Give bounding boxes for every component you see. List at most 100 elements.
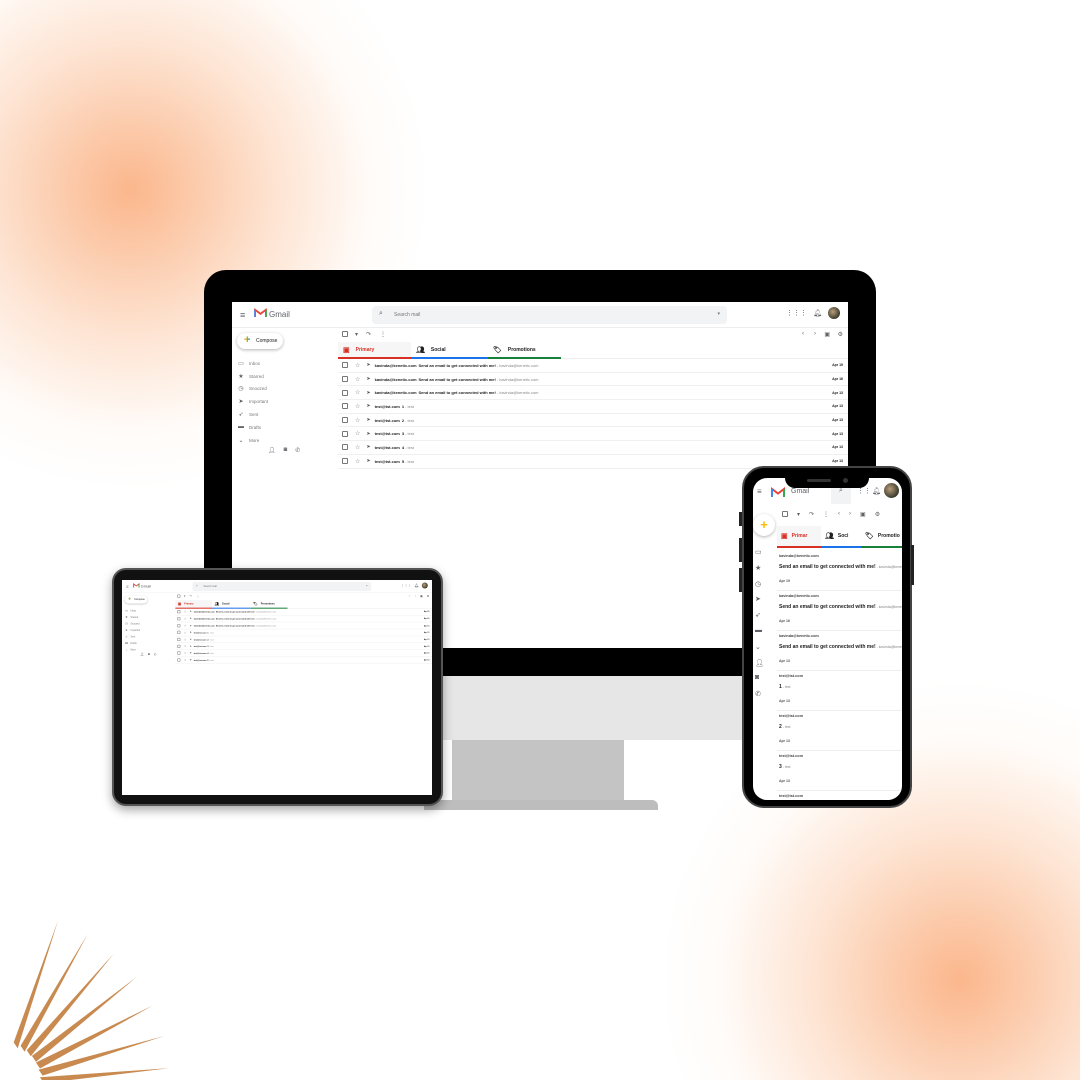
next-page-icon[interactable]: › (814, 331, 816, 337)
email-row[interactable]: ☆ ➤ test@tst.com 1 - test Apr 13 (338, 400, 848, 414)
tab-primary[interactable]: ▣ Primary (175, 600, 213, 609)
compose-button[interactable]: + Compose (124, 595, 148, 604)
star-icon[interactable]: ☆ (355, 389, 360, 396)
avatar[interactable] (828, 307, 840, 319)
important-icon[interactable]: ➤ (366, 417, 370, 423)
settings-icon[interactable]: ⚙ (875, 511, 880, 518)
star-icon[interactable]: ☆ (355, 362, 360, 369)
email-row[interactable]: ☆ ➤ test@tst.com 3 - test Apr 13 (175, 643, 432, 650)
email-row[interactable]: ☆ ➤ test@tst.com 2 - test Apr 13 (175, 636, 432, 644)
sidebar-item-drafts[interactable]: ▬ Drafts (238, 421, 268, 434)
phone-icon[interactable]: ✆ (154, 653, 157, 656)
refresh-icon[interactable]: ↷ (366, 331, 371, 338)
send-icon[interactable]: ➶ (755, 611, 764, 627)
tab-promotions[interactable]: 🏷︎ Promotio (861, 526, 902, 548)
star-icon[interactable]: ☆ (355, 403, 360, 410)
chevron-down-icon[interactable]: ⌄ (755, 643, 764, 659)
email-row[interactable]: kavinda@kenetic.com Send an email to get … (777, 631, 902, 671)
tab-primary[interactable]: ▣ Primar (777, 526, 821, 548)
menu-icon[interactable]: ≡ (126, 584, 129, 589)
email-row[interactable]: kavinda@kenetic.com Send an email to get … (777, 591, 902, 631)
search-icon[interactable]: ⌕ (196, 584, 198, 588)
apps-grid-icon[interactable]: ⋮⋮ (857, 487, 871, 495)
keyboard-icon[interactable]: ▣ (420, 595, 423, 598)
important-icon[interactable]: ➤ (366, 376, 370, 382)
star-icon[interactable]: ☆ (184, 631, 187, 634)
important-icon[interactable]: ➤ (190, 659, 192, 662)
tab-social[interactable]: 👥︎ Soci (821, 526, 861, 548)
more-icon[interactable]: ⋮ (380, 331, 386, 338)
keyboard-icon[interactable]: ▣ (824, 331, 830, 338)
email-row[interactable]: ☆ ➤ test@tst.com 4 - test Apr 13 (175, 650, 432, 657)
more-icon[interactable]: ⋮ (823, 511, 829, 518)
star-icon[interactable]: ★ (755, 564, 764, 580)
next-page-icon[interactable]: › (415, 595, 416, 598)
row-checkbox[interactable] (177, 637, 181, 641)
chat-icon[interactable]: ◙ (284, 447, 288, 454)
important-icon[interactable]: ➤ (190, 652, 192, 655)
row-checkbox[interactable] (177, 631, 181, 635)
row-checkbox[interactable] (342, 444, 348, 451)
next-icon[interactable]: › (849, 511, 851, 518)
important-icon[interactable]: ➤ (366, 431, 370, 437)
row-checkbox[interactable] (177, 617, 181, 621)
email-row[interactable]: test@tst.com 3 - test Apr 13 (777, 751, 902, 791)
contacts-icon[interactable]: 👤︎ (140, 653, 144, 656)
row-checkbox[interactable] (342, 362, 348, 369)
email-row[interactable]: ☆ ➤ test@tst.com 4 - test Apr 13 (338, 441, 848, 455)
search-input[interactable]: ⌕ Search mail ▾ (192, 582, 371, 592)
star-icon[interactable]: ☆ (184, 610, 187, 614)
tab-promotions[interactable]: 🏷︎ Promotions (250, 600, 288, 609)
tab-promotions[interactable]: 🏷︎ Promotions (488, 342, 561, 359)
sidebar-item-snoozed[interactable]: ◷ Snoozed (238, 383, 268, 396)
email-row[interactable]: test@tst.com 2 - test Apr 13 (777, 711, 902, 751)
sidebar-item-more[interactable]: ⌄ More (125, 646, 140, 652)
star-icon[interactable]: ☆ (355, 417, 360, 424)
select-all-checkbox[interactable] (342, 331, 348, 337)
bell-icon[interactable]: 🔔︎ (872, 487, 881, 495)
contacts-icon[interactable]: 👤︎ (755, 659, 764, 675)
email-row[interactable]: ☆ ➤ kavinda@kenetic.com Send an email to ge… (338, 386, 848, 401)
chat-icon[interactable]: ◙ (148, 653, 150, 657)
prev-icon[interactable]: ‹ (838, 511, 840, 518)
email-row[interactable]: ☆ ➤ kavinda@kenetic.com Send an email to ge… (338, 359, 848, 373)
sidebar-item-starred[interactable]: ★ Starred (238, 370, 268, 383)
phone-icon[interactable]: ✆ (295, 447, 300, 454)
star-icon[interactable]: ☆ (355, 430, 360, 437)
bell-icon[interactable]: 🔔︎ (813, 309, 822, 317)
keyboard-icon[interactable]: ▣ (860, 511, 866, 518)
important-icon[interactable]: ➤ (366, 362, 370, 368)
important-icon[interactable]: ➤ (366, 444, 370, 450)
star-icon[interactable]: ☆ (355, 444, 360, 451)
important-icon[interactable]: ➤ (190, 645, 192, 648)
select-all-checkbox[interactable] (177, 594, 181, 598)
star-icon[interactable]: ☆ (184, 624, 187, 627)
settings-icon[interactable]: ⚙ (838, 331, 843, 338)
tab-social[interactable]: 👥︎ Social (411, 342, 488, 359)
search-icon[interactable]: ⌕ (379, 310, 383, 318)
avatar[interactable] (421, 582, 428, 589)
star-icon[interactable]: ☆ (184, 651, 187, 655)
row-checkbox[interactable] (177, 644, 181, 648)
apps-grid-icon[interactable]: ⋮⋮⋮ (401, 584, 412, 588)
important-icon[interactable]: ➤ (755, 595, 764, 611)
prev-page-icon[interactable]: ‹ (802, 331, 804, 337)
row-checkbox[interactable] (177, 651, 181, 655)
sidebar-item-inbox[interactable]: ▭ Inbox (238, 357, 268, 370)
refresh-icon[interactable]: ↷ (189, 595, 192, 598)
select-all-checkbox[interactable] (782, 511, 788, 517)
important-icon[interactable]: ➤ (366, 390, 370, 396)
compose-button[interactable]: + Compose (237, 333, 283, 349)
phone-icon[interactable]: ✆ (755, 690, 764, 706)
email-row[interactable]: ☆ ➤ kavinda@kenetic.com Send an email to ge… (338, 373, 848, 387)
row-checkbox[interactable] (342, 430, 348, 437)
inbox-icon[interactable]: ▭ (755, 548, 764, 564)
dropdown-icon[interactable]: ▾ (184, 595, 186, 598)
email-row[interactable]: ☆ ➤ kavinda@kenetic.com Send an email to ge… (175, 609, 432, 616)
prev-page-icon[interactable]: ‹ (409, 595, 410, 598)
row-checkbox[interactable] (342, 389, 348, 396)
dropdown-icon[interactable]: ▾ (355, 331, 358, 338)
dropdown-icon[interactable]: ▾ (797, 511, 800, 518)
email-row[interactable]: ☆ ➤ test@tst.com 1 - test Apr 13 (175, 629, 432, 637)
star-icon[interactable]: ☆ (355, 376, 360, 383)
